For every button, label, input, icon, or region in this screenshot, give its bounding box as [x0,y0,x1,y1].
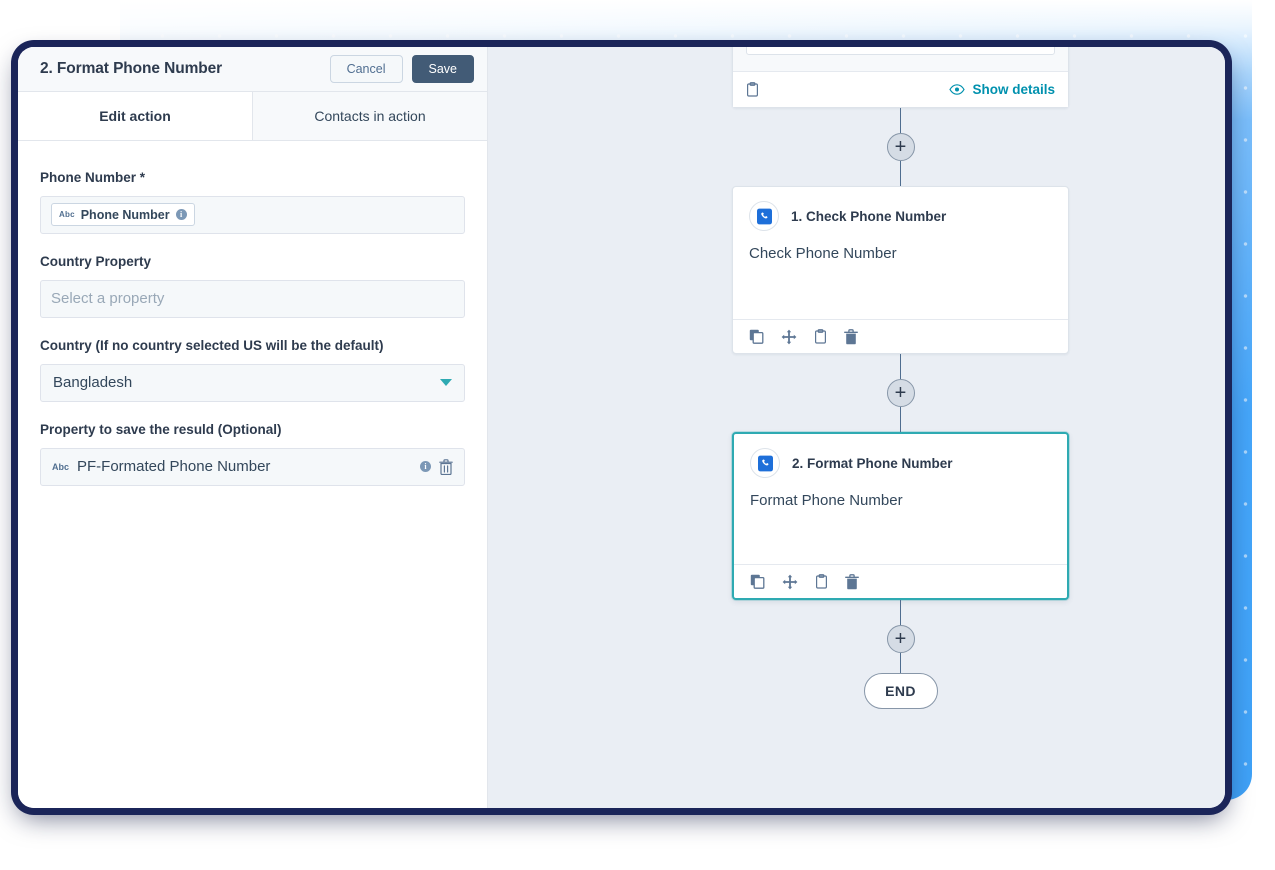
country-selected-value: Bangladesh [53,374,133,392]
phone-app-icon [756,208,772,224]
country-label: Country (If no country selected US will … [40,337,384,353]
condition-body: Phone number is known [733,47,1068,71]
connector-2: + [732,354,1069,432]
chevron-down-icon[interactable] [440,379,452,387]
tab-edit-action[interactable]: Edit action [18,92,253,140]
avatar [749,201,779,231]
result-property-value: PF-Formated Phone Number [77,458,271,476]
field-result-property: Property to save the resuld (Optional) A… [40,420,465,486]
avatar [750,448,780,478]
country-select[interactable]: Bangladesh [40,363,465,402]
copy-icon[interactable] [749,329,764,344]
end-node: END [863,673,938,709]
abc-type-icon: Abc [59,210,75,220]
add-step-button[interactable]: + [886,625,915,653]
panel-tabs: Edit action Contacts in action [18,92,487,141]
condition-card[interactable]: Phone number is known Show details [732,47,1069,108]
action-card-description: Format Phone Number [750,492,903,509]
show-details-label: Show details [972,82,1055,97]
clipboard-icon[interactable] [815,574,828,589]
country-property-input[interactable]: Select a property [40,279,465,318]
eye-icon [949,84,966,95]
property-token-phone-number[interactable]: Abc Phone Number i [51,203,195,227]
action-card-footer [733,319,1068,353]
plus-icon: + [894,136,907,158]
workflow-flow: Phone number is known Show details [732,47,1069,709]
delete-icon[interactable] [845,573,859,590]
connector-line [900,653,901,673]
clipboard-icon[interactable] [746,82,759,97]
action-card-title: 2. Format Phone Number [792,455,953,471]
cancel-button[interactable]: Cancel [329,55,403,83]
copy-icon[interactable] [750,574,765,589]
result-property-input[interactable]: Abc PF-Formated Phone Number i [40,447,465,486]
add-step-button[interactable]: + [886,379,915,407]
info-icon[interactable]: i [175,209,187,221]
action-card-footer [734,564,1067,598]
connector-line [900,407,901,432]
workflow-action-card[interactable]: 1. Check Phone Number Check Phone Number [732,186,1069,354]
action-card-header: 2. Format Phone Number [734,434,1067,478]
country-property-placeholder: Select a property [51,290,165,308]
connector-line [900,600,901,625]
show-details-button[interactable]: Show details [949,82,1055,97]
connector-1: + [732,108,1069,186]
delete-icon[interactable] [439,458,453,475]
phone-app-icon [757,455,773,471]
action-edit-panel: 2. Format Phone Number Cancel Save Edit … [18,47,488,808]
phone-number-label: Phone Number * [40,170,146,185]
tab-contacts-in-action[interactable]: Contacts in action [253,92,487,140]
field-phone-number: Phone Number * Abc Phone Number i [40,168,465,234]
condition-criteria: Phone number is known [746,47,1055,55]
clipboard-icon[interactable] [814,329,827,344]
connector-line [900,108,901,133]
token-label: Phone Number [80,207,170,222]
connector-3: + END [732,600,1069,709]
panel-header: 2. Format Phone Number Cancel Save [18,47,487,92]
result-property-label: Property to save the resuld (Optional) [40,421,282,437]
info-icon[interactable]: i [420,461,431,473]
plus-icon: + [894,628,907,650]
condition-footer: Show details [733,71,1068,107]
page-title: 2. Format Phone Number [40,60,223,77]
panel-body: Phone Number * Abc Phone Number i Countr… [18,141,487,808]
phone-number-input[interactable]: Abc Phone Number i [40,195,465,234]
move-icon[interactable] [782,574,798,590]
app-window: 2. Format Phone Number Cancel Save Edit … [18,47,1225,808]
plus-icon: + [894,382,907,404]
add-step-button[interactable]: + [886,133,915,161]
delete-icon[interactable] [844,328,858,345]
connector-line [900,354,901,379]
abc-type-icon: Abc [52,461,70,472]
action-card-description: Check Phone Number [749,245,897,262]
connector-line [900,161,901,186]
move-icon[interactable] [781,329,797,345]
field-country-property: Country Property Select a property [40,252,465,318]
field-country: Country (If no country selected US will … [40,336,465,402]
action-card-title: 1. Check Phone Number [791,208,947,224]
workflow-canvas[interactable]: Phone number is known Show details [488,47,1225,808]
action-card-header: 1. Check Phone Number [733,187,1068,231]
country-property-label: Country Property [40,253,152,269]
workflow-action-card-selected[interactable]: 2. Format Phone Number Format Phone Numb… [732,432,1069,600]
save-button[interactable]: Save [411,55,474,83]
